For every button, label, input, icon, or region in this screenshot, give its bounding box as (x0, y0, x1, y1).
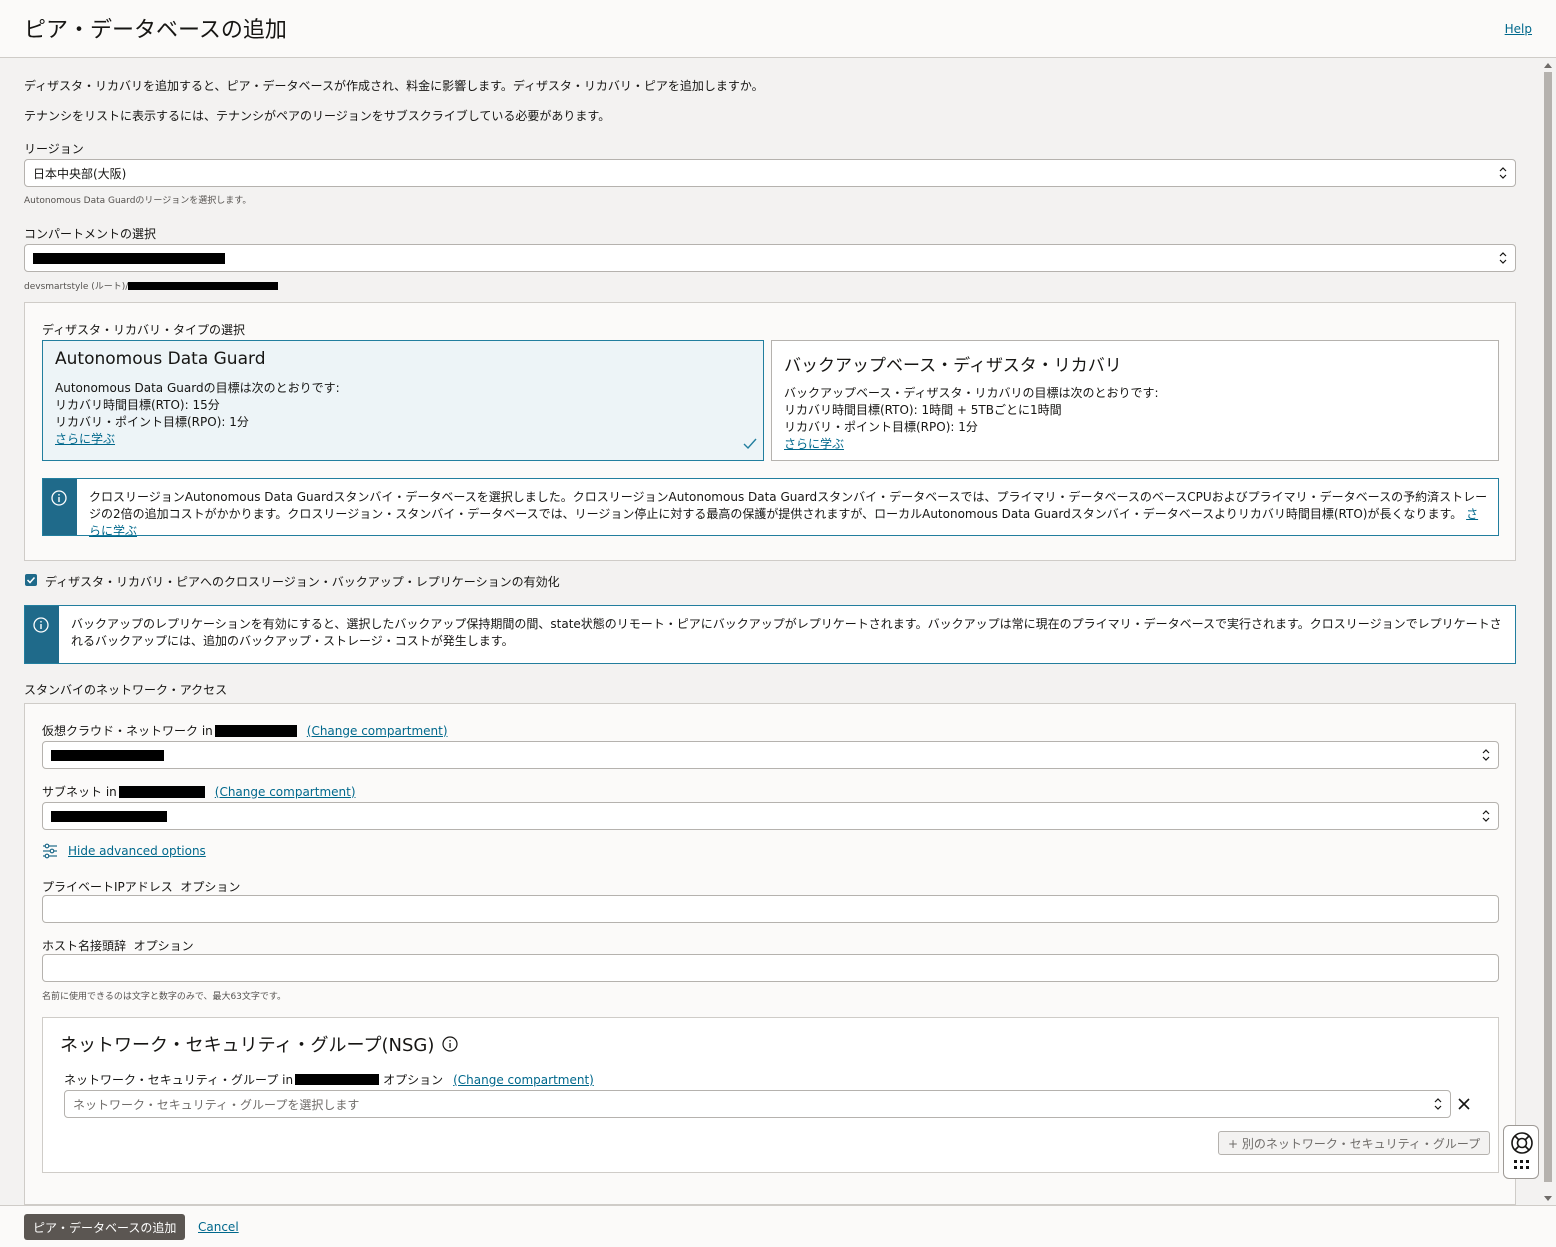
redacted-value (51, 749, 164, 761)
form-content: ディザスタ・リカバリを追加すると、ピア・データベースが作成され、料金に影響します… (0, 59, 1540, 1205)
learn-more-link[interactable]: さらに学ぶ (784, 435, 844, 452)
add-another-nsg-button[interactable]: + 別のネットワーク・セキュリティ・グループ (1218, 1131, 1491, 1155)
select-chevron-icon (1482, 749, 1490, 761)
compartment-select[interactable] (24, 244, 1516, 272)
nsg-select[interactable]: ネットワーク・セキュリティ・グループを選択します (64, 1090, 1451, 1118)
redacted-path (128, 281, 279, 290)
info-text: バックアップのレプリケーションを有効にすると、選択したバックアップ保持期間の間、… (71, 617, 1502, 648)
card-line: リカバリ・ポイント目標(RPO): 1分 (55, 415, 249, 429)
redacted-compartment (118, 785, 205, 798)
dr-info-message: クロスリージョンAutonomous Data Guardスタンバイ・データベー… (42, 478, 1499, 538)
redacted-compartment (295, 1074, 380, 1085)
network-section-label: スタンバイのネットワーク・アクセス (24, 683, 228, 697)
backup-replication-checkbox[interactable] (25, 574, 37, 586)
optional-tag: オプション (383, 1073, 444, 1087)
scroll-down-icon[interactable] (1544, 1196, 1552, 1202)
card-line: リカバリ・ポイント目標(RPO): 1分 (784, 420, 978, 434)
region-hint: Autonomous Data Guardのリージョンを選択します。 (24, 196, 252, 206)
select-chevron-icon (1482, 810, 1490, 822)
nsg-panel: ネットワーク・セキュリティ・グループ(NSG) ネットワーク・セキュリティ・グル… (42, 1017, 1499, 1173)
dr-type-panel: ディザスタ・リカバリ・タイプの選択 Autonomous Data Guard … (24, 302, 1516, 561)
compartment-label: コンパートメントの選択 (24, 227, 157, 241)
region-select[interactable]: 日本中央部(大阪) (24, 159, 1516, 187)
nsg-title: ネットワーク・セキュリティ・グループ(NSG) (60, 1031, 458, 1057)
page-title: ピア・データベースの追加 (24, 18, 287, 43)
private-ip-input[interactable] (42, 895, 1499, 923)
card-autonomous-data-guard[interactable]: Autonomous Data Guard Autonomous Data Gu… (42, 340, 764, 461)
page-header: ピア・データベースの追加 Help (0, 0, 1556, 58)
hide-advanced-options-link[interactable]: Hide advanced options (68, 844, 206, 858)
backup-info-message: バックアップのレプリケーションを有効にすると、選択したバックアップ保持期間の間、… (24, 605, 1516, 664)
card-line: リカバリ時間目標(RTO): 15分 (55, 398, 220, 412)
select-chevron-icon (1499, 167, 1507, 179)
nsg-title-text: ネットワーク・セキュリティ・グループ(NSG) (60, 1035, 435, 1056)
checkmark-icon (743, 438, 757, 450)
subnet-select[interactable] (42, 802, 1499, 830)
compartment-path-text: devsmartstyle (ルート)/ (24, 282, 129, 292)
redacted-compartment (214, 724, 297, 737)
floating-help-widget[interactable] (1503, 1125, 1539, 1179)
info-icon (51, 490, 67, 506)
change-compartment-link[interactable]: (Change compartment) (307, 724, 448, 738)
select-chevron-icon (1499, 252, 1507, 264)
nsg-field-label-text: ネットワーク・セキュリティ・グループ in (64, 1073, 294, 1087)
info-icon (33, 617, 49, 633)
optional-tag: オプション (180, 880, 241, 894)
add-peer-database-button[interactable]: ピア・データベースの追加 (24, 1214, 186, 1240)
redacted-value (51, 810, 167, 822)
help-link[interactable]: Help (1505, 22, 1532, 36)
dr-type-label: ディザスタ・リカバリ・タイプの選択 (42, 323, 246, 337)
network-panel: 仮想クラウド・ネットワーク in (Change compartment) サブ… (24, 703, 1516, 1205)
info-bar (25, 606, 59, 663)
optional-tag: オプション (133, 939, 194, 953)
hostname-label: ホスト名接頭辞 オプション (42, 937, 194, 954)
private-ip-label: プライベートIPアドレス オプション (42, 878, 240, 895)
hostname-prefix-input[interactable] (42, 954, 1499, 982)
vcn-select[interactable] (42, 741, 1499, 769)
scroll-thumb[interactable] (1544, 72, 1552, 1182)
vcn-label-text: 仮想クラウド・ネットワーク in (42, 724, 213, 738)
hostname-label-text: ホスト名接頭辞 (42, 939, 127, 953)
backup-replication-label: ディザスタ・リカバリ・ピアへのクロスリージョン・バックアップ・レプリケーションの… (45, 575, 560, 589)
select-chevron-icon (1434, 1098, 1442, 1110)
card-line: Autonomous Data Guardの目標は次のとおりです: (55, 381, 340, 395)
card-title: バックアップベース・ディザスタ・リカバリ (784, 356, 1122, 376)
compartment-path: devsmartstyle (ルート)/ (24, 279, 279, 292)
change-compartment-link[interactable]: (Change compartment) (453, 1073, 594, 1087)
subnet-label-text: サブネット in (42, 785, 117, 799)
subnet-label: サブネット in (Change compartment) (42, 783, 356, 800)
apps-grid-icon[interactable] (1513, 1159, 1531, 1171)
card-backup-based-dr[interactable]: バックアップベース・ディザスタ・リカバリ バックアップベース・ディザスタ・リカバ… (771, 340, 1499, 461)
hostname-hint: 名前に使用できるのは文字と数字のみで、最大63文字です。 (42, 992, 287, 1002)
footer: ピア・データベースの追加 Cancel (0, 1205, 1556, 1247)
learn-more-link[interactable]: さらに学ぶ (55, 430, 115, 447)
change-compartment-link[interactable]: (Change compartment) (215, 785, 356, 799)
intro-line-1: ディザスタ・リカバリを追加すると、ピア・データベースが作成され、料金に影響します… (24, 79, 764, 93)
region-label: リージョン (24, 142, 84, 156)
checkbox-check-icon (26, 576, 36, 584)
advanced-options-icon (43, 843, 57, 859)
info-text-body: クロスリージョンAutonomous Data Guardスタンバイ・データベー… (89, 490, 1488, 521)
private-ip-label-text: プライベートIPアドレス (42, 880, 173, 894)
nsg-field-label: ネットワーク・セキュリティ・グループ in オプション (Change comp… (64, 1071, 594, 1088)
scrollbar[interactable] (1542, 62, 1554, 1202)
redacted-compartment (33, 252, 225, 264)
card-line: リカバリ時間目標(RTO): 1時間 + 5TBごとに1時間 (784, 403, 1062, 417)
lifebuoy-icon[interactable] (1510, 1131, 1534, 1155)
remove-nsg-icon[interactable] (1458, 1098, 1470, 1110)
intro-line-2: テナンシをリストに表示するには、テナンシがペアのリージョンをサブスクライブしてい… (24, 109, 611, 123)
nsg-placeholder: ネットワーク・セキュリティ・グループを選択します (73, 1097, 360, 1112)
info-text: クロスリージョンAutonomous Data Guardスタンバイ・データベー… (89, 489, 1488, 540)
info-icon[interactable] (442, 1036, 458, 1052)
card-title: Autonomous Data Guard (55, 349, 266, 369)
card-line: バックアップベース・ディザスタ・リカバリの目標は次のとおりです: (784, 386, 1159, 400)
cancel-link[interactable]: Cancel (198, 1220, 239, 1234)
vcn-label: 仮想クラウド・ネットワーク in (Change compartment) (42, 722, 448, 739)
info-bar (43, 479, 77, 535)
region-value: 日本中央部(大阪) (33, 166, 127, 181)
scroll-up-icon[interactable] (1544, 62, 1552, 68)
